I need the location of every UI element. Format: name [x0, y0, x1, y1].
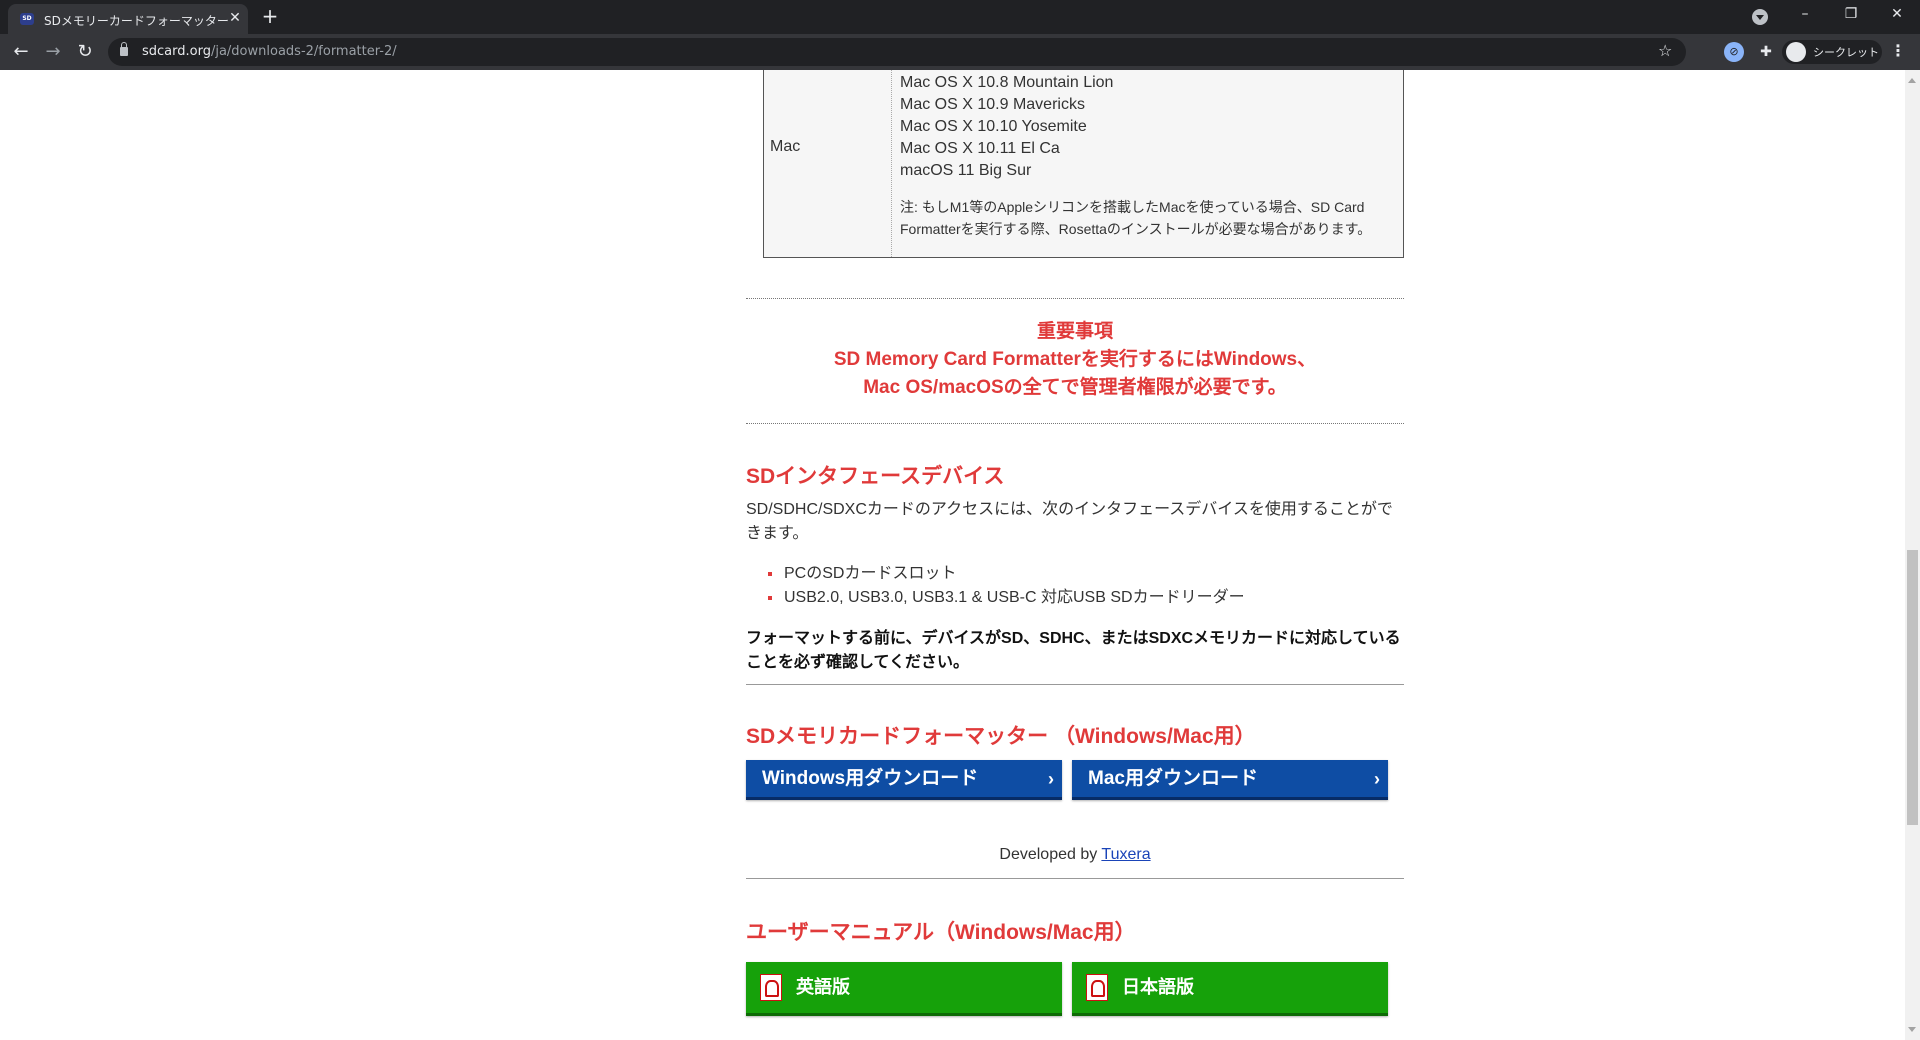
os-cell: Mac [764, 70, 892, 257]
compatibility-warning: フォーマットする前に、デバイスがSD、SDHC、またはSDXCメモリカードに対応… [746, 630, 1401, 671]
page-scrollbar[interactable] [1905, 70, 1920, 1040]
requirements-table: Mac Mac OS X 10.8 Mountain Lion Mac OS X… [763, 70, 1404, 258]
new-tab-button[interactable]: + [258, 4, 282, 28]
notice-title: 重要事項 [1036, 321, 1113, 342]
tab-close-icon[interactable]: ✕ [227, 10, 243, 26]
arrow-right-icon: → [45, 41, 61, 62]
tab-strip: SD SDメモリーカードフォーマッター | SD Association ✕ +… [0, 0, 1920, 34]
mac-version: Mac OS X 10.8 Mountain Lion [900, 74, 1114, 91]
scrollbar-thumb[interactable] [1907, 550, 1918, 825]
browser-toolbar: ← → ↻ sdcard.org/ja/downloads-2/formatte… [0, 34, 1920, 70]
star-icon[interactable]: ☆ [1658, 41, 1672, 60]
mac-versions-cell: Mac OS X 10.8 Mountain Lion Mac OS X 10.… [900, 72, 1400, 240]
interface-intro: SD/SDHC/SDXCカードのアクセスには、次のインタフェースデバイスを使用す… [746, 501, 1393, 542]
mac-download-label: Mac用ダウンロード [1088, 768, 1258, 789]
manual-heading: ユーザーマニュアル（Windows/Mac用） [746, 921, 1136, 944]
japanese-manual-button[interactable]: 日本語版 [1072, 962, 1388, 1016]
os-label: Mac [770, 138, 801, 155]
incognito-profile-button[interactable]: シークレット [1782, 40, 1882, 64]
lock-icon [120, 42, 128, 56]
close-window-button[interactable]: ✕ [1874, 0, 1920, 30]
reload-icon: ↻ [77, 41, 93, 62]
english-manual-label: 英語版 [796, 977, 850, 997]
notice-line: SD Memory Card Formatterを実行するにはWindows、 [833, 349, 1317, 370]
divider [746, 298, 1404, 299]
mac-version: Mac OS X 10.11 El Ca [900, 140, 1060, 157]
mac-version: macOS 11 Big Sur [900, 162, 1032, 179]
windows-download-label: Windows用ダウンロード [762, 768, 979, 789]
mac-version: Mac OS X 10.10 Yosemite [900, 118, 1087, 135]
list-item: PCのSDカードスロット [764, 562, 1394, 586]
tab-search-icon[interactable] [1752, 9, 1768, 25]
divider [746, 423, 1404, 424]
browser-tab[interactable]: SD SDメモリーカードフォーマッター | SD Association ✕ [8, 4, 248, 34]
divider [746, 684, 1404, 685]
url-host: sdcard.org [142, 44, 211, 59]
browser-menu-icon[interactable]: ⋮ [1890, 40, 1906, 64]
arrow-left-icon: ← [13, 41, 29, 62]
list-item: USB2.0, USB3.0, USB3.1 & USB-C 対応USB SDカ… [764, 586, 1394, 610]
address-bar[interactable]: sdcard.org/ja/downloads-2/formatter-2/ ☆ [108, 38, 1686, 66]
scroll-down-icon[interactable] [1908, 1027, 1916, 1032]
forward-button[interactable]: → [41, 40, 65, 64]
developer-credit: Developed by Tuxera [746, 846, 1404, 864]
interface-list: PCのSDカードスロット USB2.0, USB3.0, USB3.1 & US… [764, 562, 1394, 610]
pdf-icon [1086, 974, 1108, 1001]
japanese-manual-label: 日本語版 [1122, 977, 1194, 997]
restore-button[interactable]: ❐ [1828, 0, 1874, 30]
windows-download-button[interactable]: Windows用ダウンロード › [746, 760, 1062, 800]
mac-download-button[interactable]: Mac用ダウンロード › [1072, 760, 1388, 800]
divider [746, 878, 1404, 879]
notice-line: Mac OS/macOSの全てで管理者権限が必要です。 [863, 377, 1287, 398]
developed-by-text: Developed by [999, 846, 1098, 863]
tab-title: SDメモリーカードフォーマッター | SD Association [44, 14, 228, 28]
incognito-label: シークレット [1813, 46, 1879, 59]
tuxera-link[interactable]: Tuxera [1101, 846, 1150, 863]
pdf-icon [760, 974, 782, 1001]
chevron-right-icon: › [1374, 769, 1380, 789]
incognito-icon [1786, 42, 1806, 62]
chevron-right-icon: › [1048, 769, 1054, 789]
page-viewport: Mac Mac OS X 10.8 Mountain Lion Mac OS X… [0, 70, 1905, 1040]
scroll-up-icon[interactable] [1908, 78, 1916, 83]
mac-version: Mac OS X 10.9 Mavericks [900, 96, 1085, 113]
url-text[interactable]: sdcard.org/ja/downloads-2/formatter-2/ [142, 44, 397, 59]
url-path: /ja/downloads-2/formatter-2/ [210, 44, 397, 59]
extensions-puzzle-icon[interactable]: ✚ [1756, 42, 1776, 62]
minimize-button[interactable]: – [1782, 0, 1828, 30]
interface-heading: SDインタフェースデバイス [746, 465, 1005, 488]
english-manual-button[interactable]: 英語版 [746, 962, 1062, 1016]
important-notice: 重要事項 SD Memory Card Formatterを実行するにはWind… [746, 318, 1404, 402]
back-button[interactable]: ← [9, 40, 33, 64]
extension-compass-icon[interactable]: ⊘ [1724, 42, 1744, 62]
reload-button[interactable]: ↻ [73, 40, 97, 64]
favicon-icon: SD [20, 13, 34, 25]
m1-note: 注: もしM1等のAppleシリコンを搭載したMacを使っている場合、SD Ca… [900, 199, 1372, 237]
formatter-heading: SDメモリカードフォーマッター （Windows/Mac用） [746, 725, 1256, 748]
